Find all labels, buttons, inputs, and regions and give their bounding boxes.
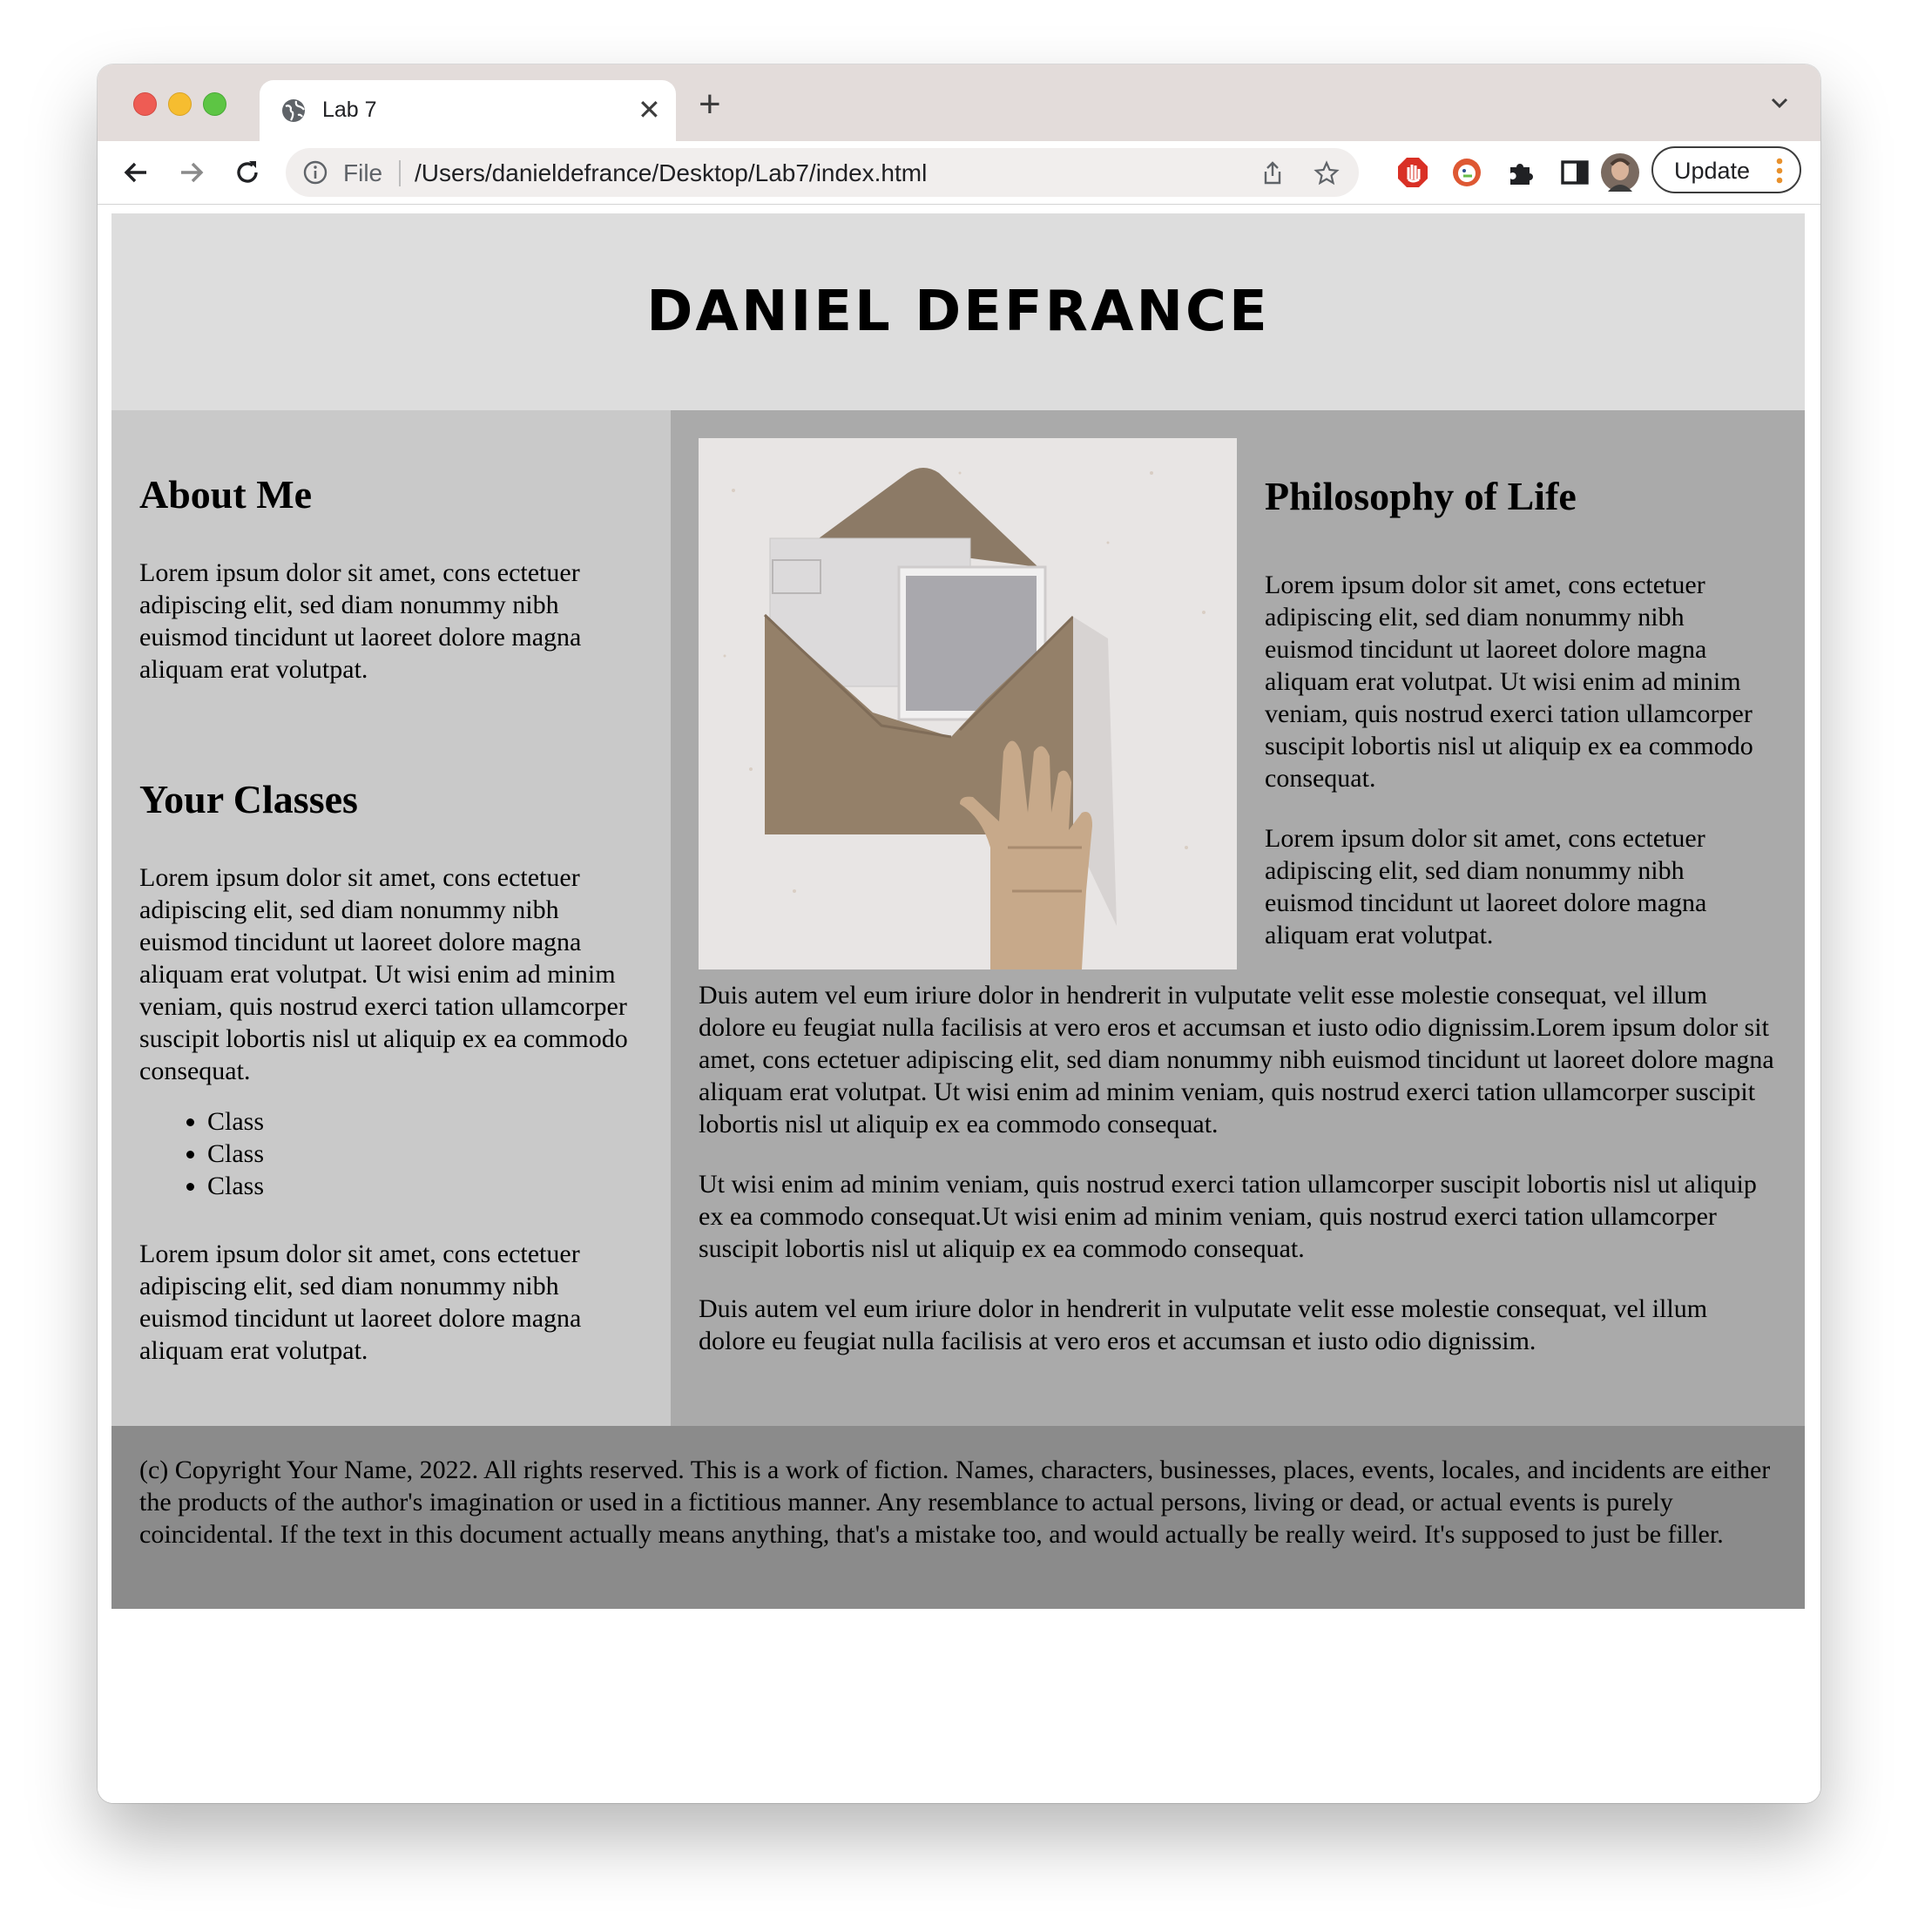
philosophy-paragraph: Ut wisi enim ad minim veniam, quis nostr… (699, 1170, 1757, 1263)
tab-strip: Lab 7 ✕ + (98, 64, 1820, 141)
about-heading: About Me (139, 472, 313, 517)
right-column: Philosophy of Life Lorem ipsum dolor sit… (671, 410, 1805, 1433)
page-footer: (c) Copyright Your Name, 2022. All right… (111, 1426, 1805, 1609)
more-vert-icon[interactable] (1775, 157, 1784, 185)
url-separator (399, 160, 401, 186)
profile-avatar[interactable] (1599, 152, 1641, 193)
bookmark-star-icon[interactable] (1314, 160, 1340, 186)
new-tab-button[interactable]: + (699, 85, 721, 124)
share-icon[interactable] (1260, 160, 1286, 186)
envelope-photo (699, 438, 1237, 969)
philosophy-section: Philosophy of Life Lorem ipsum dolor sit… (699, 438, 1779, 1385)
url-scheme-label: File (343, 159, 383, 186)
back-arrow-icon[interactable] (120, 157, 152, 188)
classes-heading: Your Classes (139, 777, 358, 821)
philosophy-paragraph: Duis autem vel eum iriure dolor in hendr… (699, 1294, 1708, 1355)
reload-icon[interactable] (232, 157, 263, 188)
page-header: DANIEL DEFRANCE (111, 213, 1805, 410)
extensions-puzzle-icon[interactable] (1503, 155, 1538, 190)
close-tab-icon[interactable]: ✕ (638, 92, 661, 127)
classes-list: Class Class Class (139, 1105, 712, 1202)
address-bar[interactable]: File /Users/danieldefrance/Desktop/Lab7/… (286, 148, 1359, 197)
page-viewport: DANIEL DEFRANCE About Me Lorem ipsum dol… (98, 205, 1820, 1803)
classes-outro: Lorem ipsum dolor sit amet, cons ectetue… (139, 1240, 582, 1365)
philosophy-paragraph: Duis autem vel eum iriure dolor in hendr… (699, 981, 1774, 1138)
info-icon[interactable] (303, 160, 328, 185)
tab-search-chevron-icon[interactable] (1768, 94, 1791, 111)
duckduckgo-icon[interactable] (1449, 155, 1484, 190)
close-window-button[interactable] (133, 92, 157, 116)
site-title: DANIEL DEFRANCE (646, 280, 1270, 344)
url-text[interactable]: /Users/danieldefrance/Desktop/Lab7/index… (415, 159, 927, 187)
browser-window: Lab 7 ✕ + File /Users/danieldefrance/Des… (98, 64, 1820, 1803)
side-panel-icon[interactable] (1557, 155, 1592, 190)
envelope-photo-illustration (699, 438, 1237, 969)
list-item: Class (207, 1138, 712, 1170)
update-button[interactable]: Update (1651, 146, 1801, 193)
minimize-window-button[interactable] (168, 92, 192, 116)
list-item: Class (207, 1170, 712, 1202)
classes-intro: Lorem ipsum dolor sit amet, cons ectetue… (139, 863, 628, 1085)
browser-toolbar: File /Users/danieldefrance/Desktop/Lab7/… (98, 141, 1820, 205)
globe-icon (282, 99, 305, 122)
tab-title: Lab 7 (322, 98, 377, 122)
left-column: About Me Lorem ipsum dolor sit amet, con… (111, 410, 671, 1426)
about-text: Lorem ipsum dolor sit amet, cons ectetue… (139, 558, 582, 684)
forward-arrow-icon[interactable] (176, 157, 207, 188)
tab-lab7[interactable]: Lab 7 ✕ (260, 80, 676, 141)
update-label: Update (1674, 158, 1751, 184)
maximize-window-button[interactable] (203, 92, 226, 116)
list-item: Class (207, 1105, 712, 1138)
footer-text: (c) Copyright Your Name, 2022. All right… (139, 1456, 1771, 1549)
adblock-icon[interactable] (1395, 155, 1430, 190)
